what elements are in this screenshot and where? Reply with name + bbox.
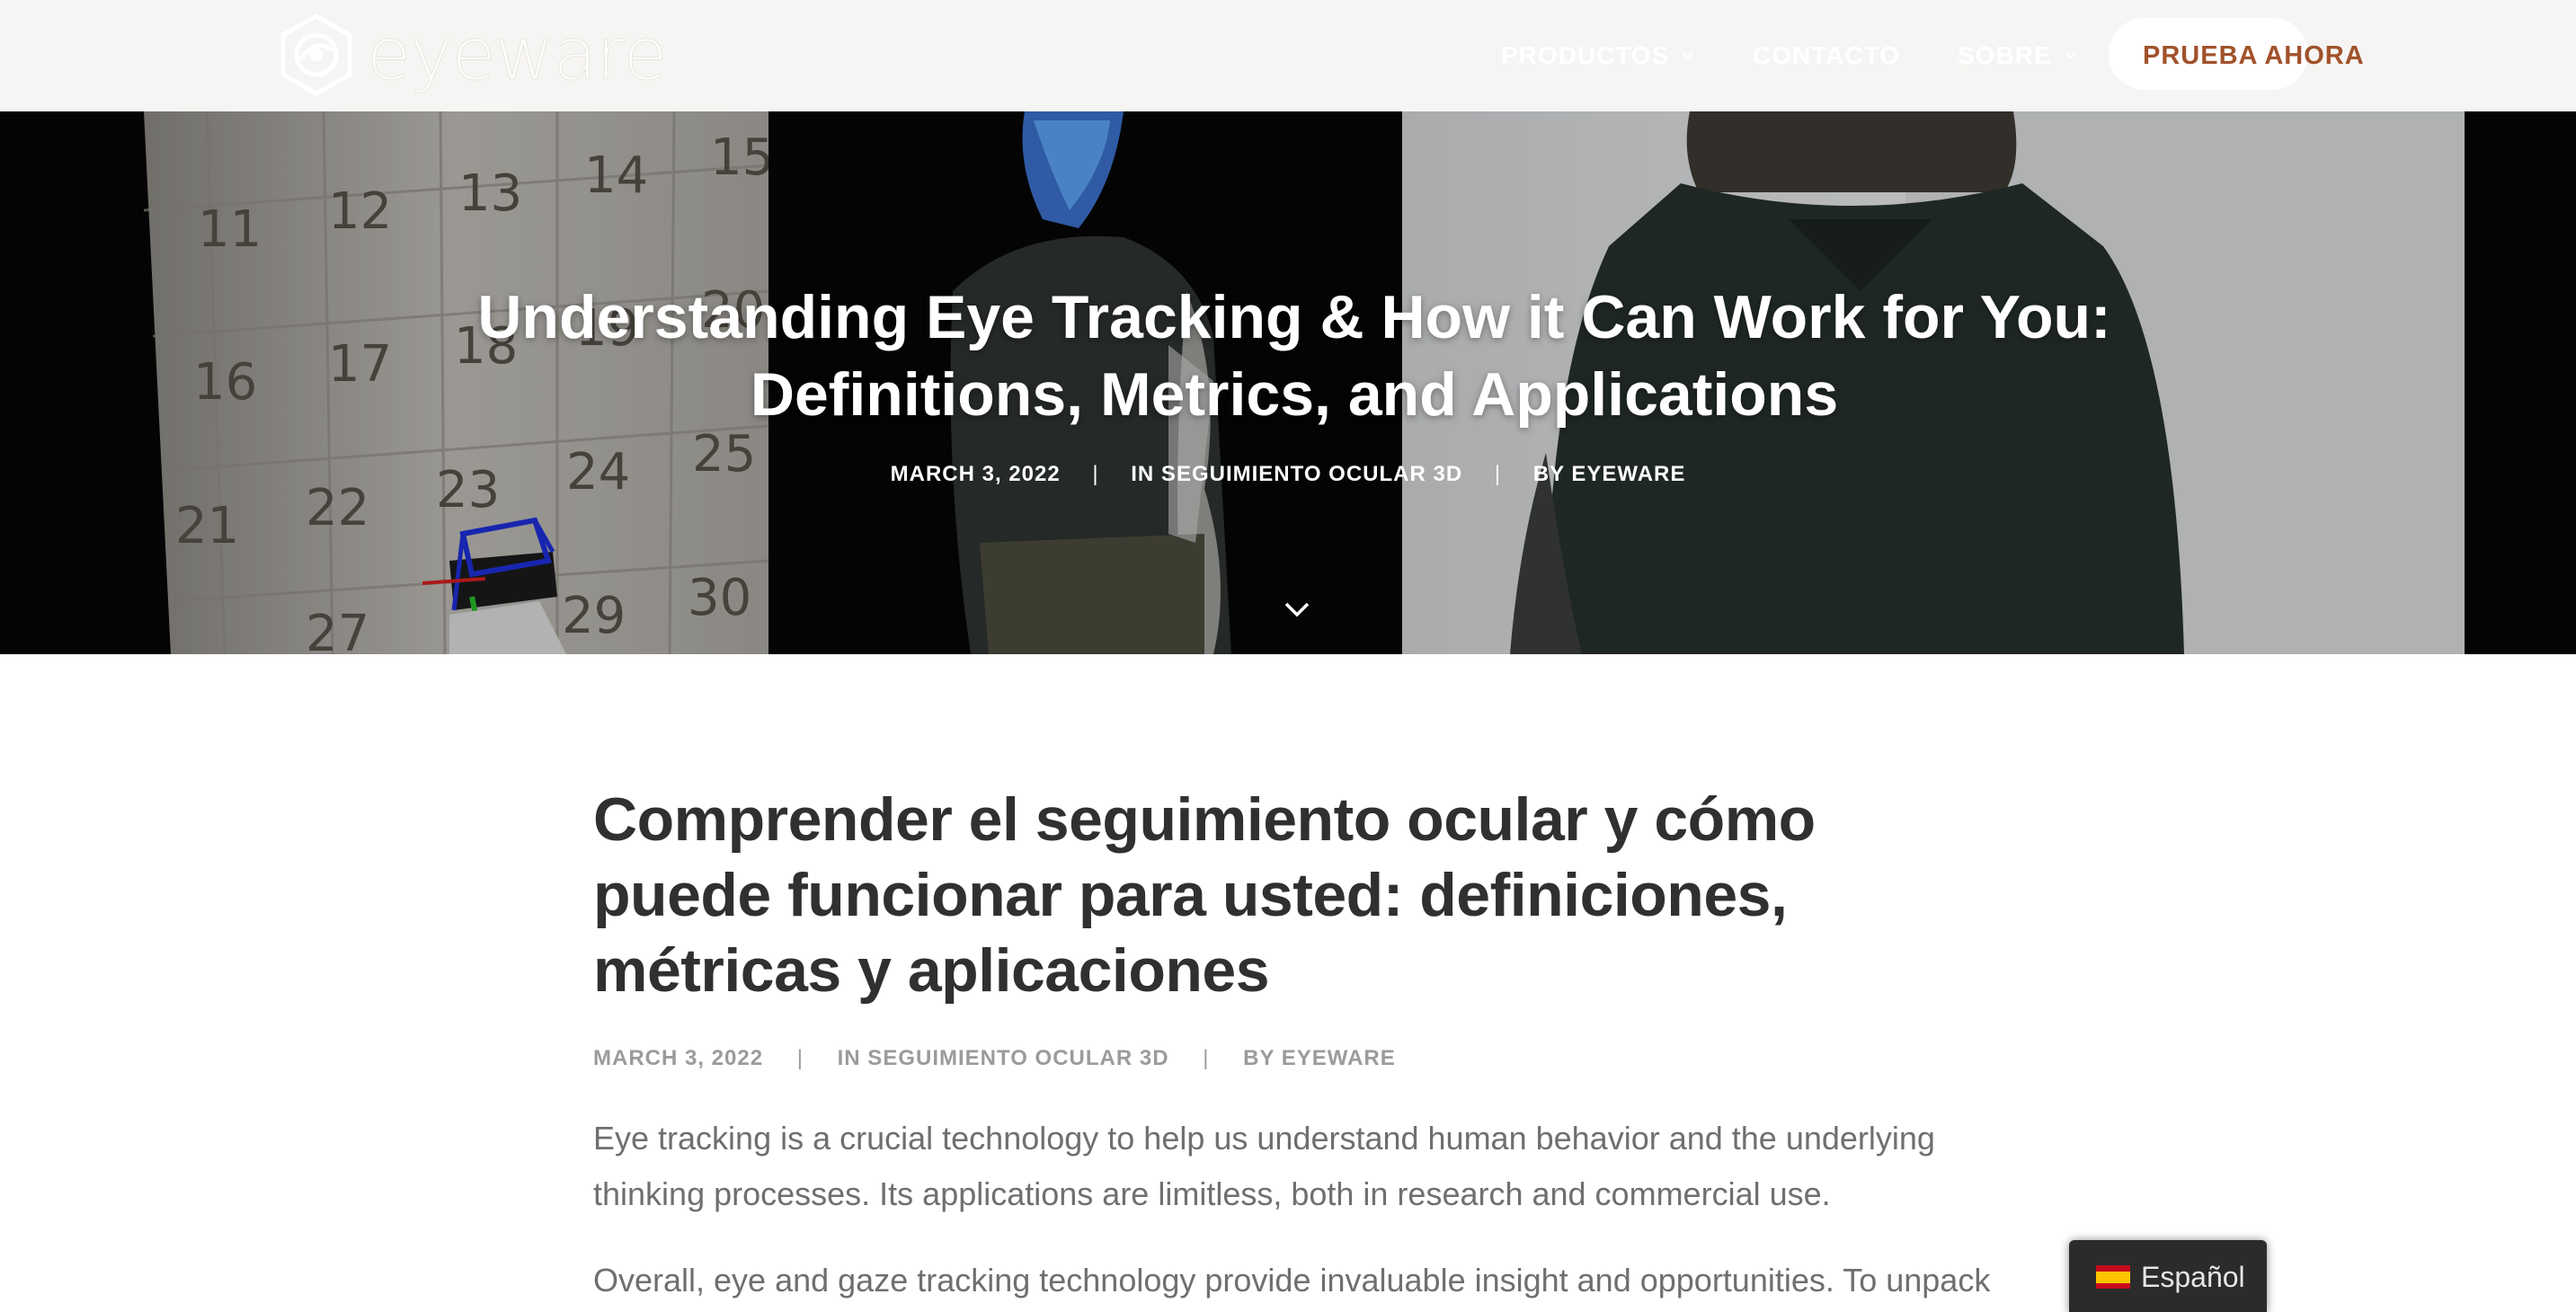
nav-item-contacto[interactable]: CONTACTO: [1753, 40, 1900, 72]
post-date: MARCH 3, 2022: [593, 1046, 764, 1070]
article-paragraph: Eye tracking is a crucial technology to …: [593, 1120, 1935, 1212]
hero-title: Understanding Eye Tracking & How it Can …: [477, 283, 2111, 429]
nav-item-label: PRODUCTOS: [1501, 41, 1670, 69]
meta-separator: |: [796, 1046, 804, 1070]
language-switcher[interactable]: Español: [2069, 1240, 2267, 1312]
spain-flag-icon: [2096, 1265, 2130, 1289]
hero-post-meta: MARCH 3, 2022 | IN SEGUIMIENTO OCULAR 3D…: [0, 462, 2576, 487]
chevron-down-icon: [1683, 52, 1694, 59]
nav-item-sobre[interactable]: SOBRE: [1958, 40, 2077, 72]
meta-separator: |: [1092, 462, 1099, 486]
post-date: MARCH 3, 2022: [890, 462, 1061, 486]
post-author-link[interactable]: BY EYEWARE: [1533, 462, 1686, 486]
chevron-down-icon[interactable]: [1284, 600, 1310, 618]
hero-banner: 11 12 13 14 15 16 17 18 19 20 21 22 23 2…: [0, 111, 2576, 654]
meta-separator: |: [1494, 462, 1502, 486]
post-author-link[interactable]: BY EYEWARE: [1243, 1046, 1396, 1070]
article-paragraph: Overall, eye and gaze tracking technolog…: [593, 1262, 1991, 1299]
cta-button-label[interactable]: PRUEBA AHORA: [2143, 40, 2365, 72]
main-nav: PRODUCTOS CONTACTO SOBRE PRUEBA AHORA: [0, 0, 2576, 111]
article-title: Comprender el seguimiento ocular y cómo …: [593, 785, 1816, 1005]
nav-item-label: SOBRE: [1958, 41, 2052, 69]
article-post-meta: MARCH 3, 2022 | IN SEGUIMIENTO OCULAR 3D…: [593, 1046, 1995, 1071]
site-header: eyeware PRODUCTOS CONTACTO SOBRE PRUEBA …: [0, 0, 2576, 111]
nav-item-productos[interactable]: PRODUCTOS: [1501, 40, 1694, 72]
post-category-link[interactable]: IN SEGUIMIENTO OCULAR 3D: [1131, 462, 1462, 486]
article-content: Comprender el seguimiento ocular y cómo …: [593, 782, 1995, 1308]
language-label: Español: [2141, 1260, 2245, 1293]
chevron-down-icon: [2065, 52, 2076, 59]
nav-item-label: CONTACTO: [1753, 41, 1901, 69]
post-category-link[interactable]: IN SEGUIMIENTO OCULAR 3D: [838, 1046, 1169, 1070]
meta-separator: |: [1203, 1046, 1210, 1070]
